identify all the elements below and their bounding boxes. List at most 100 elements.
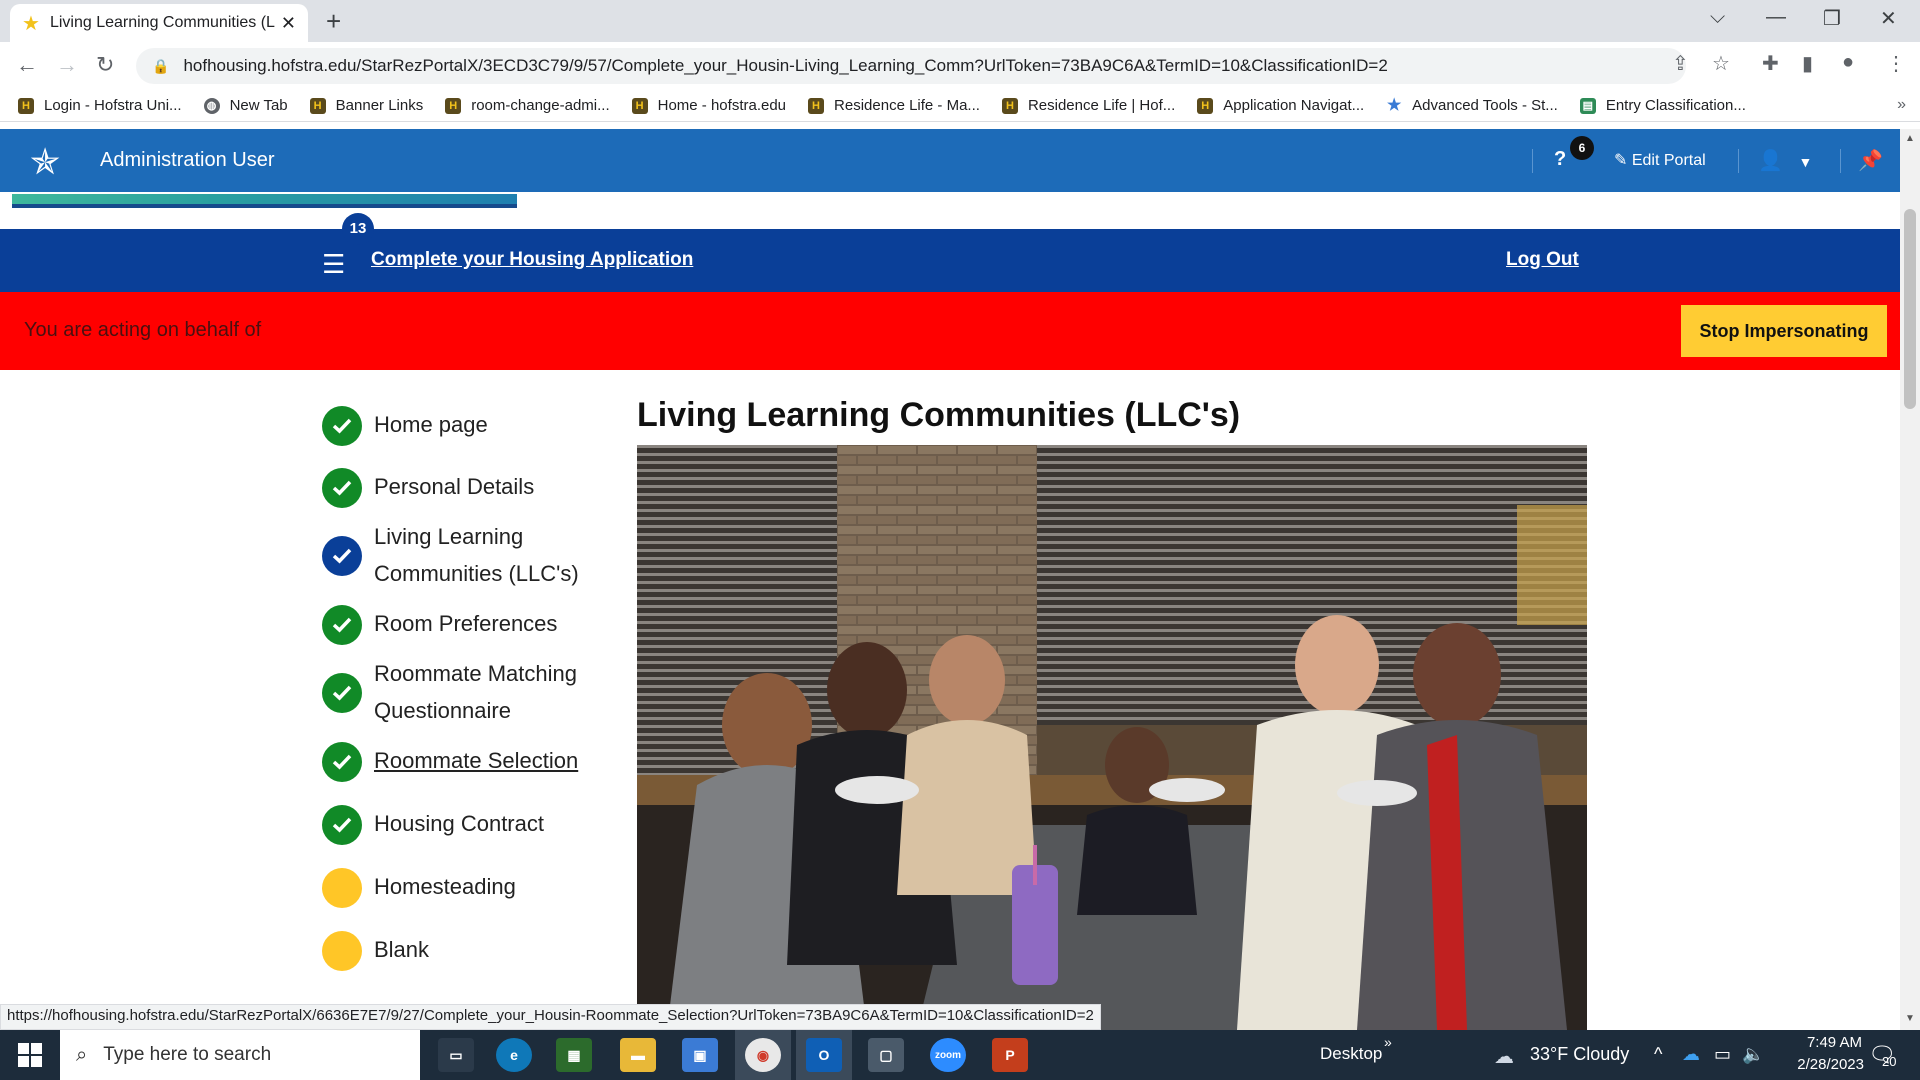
divider <box>1532 149 1533 173</box>
pin-icon[interactable]: 📌 <box>1858 148 1883 173</box>
toolbar-expand-icon[interactable]: » <box>1384 1034 1392 1050</box>
step-room-preferences[interactable]: Room Preferences <box>322 605 610 645</box>
forward-button[interactable]: → <box>56 52 78 78</box>
impersonation-banner: You are acting on behalf of Stop Imperso… <box>0 292 1900 370</box>
url-text: hofhousing.hofstra.edu/StarRezPortalX/3E… <box>183 56 1388 75</box>
pending-dot-icon <box>322 931 362 971</box>
user-menu-button[interactable]: 👤 ▼ <box>1758 148 1812 173</box>
share-icon[interactable]: ⇪ <box>1672 51 1689 76</box>
address-bar[interactable]: 🔒 hofhousing.hofstra.edu/StarRezPortalX/… <box>136 48 1686 84</box>
housing-application-link[interactable]: Complete your Housing Application <box>371 249 693 271</box>
step-living-learning-communities[interactable]: Living Learning Communities (LLC's) <box>322 518 610 592</box>
edit-portal-button[interactable]: ✎ Edit Portal <box>1614 150 1706 170</box>
more-bookmarks-icon[interactable]: » <box>1897 96 1906 114</box>
page-scrollbar[interactable]: ▲ ▼ <box>1900 129 1920 1030</box>
bookmark-item[interactable]: H Application Navigat... <box>1197 97 1364 114</box>
search-icon: ⌕ <box>76 1043 88 1066</box>
step-roommate-selection[interactable]: Roommate Selection <box>322 742 610 782</box>
app-icon[interactable]: ▦ <box>556 1038 592 1072</box>
windows-taskbar: ⌕ Type here to search ▭ e ▦ ▬ ▣ ◉ O ▢ zo… <box>0 1030 1920 1080</box>
bookmark-item[interactable]: H Residence Life | Hof... <box>1001 97 1175 114</box>
outlook-icon[interactable]: O <box>806 1038 842 1072</box>
scroll-down-icon[interactable]: ▼ <box>1905 1013 1915 1024</box>
divider <box>1840 149 1841 173</box>
onedrive-icon[interactable]: ☁ <box>1682 1044 1700 1065</box>
bookmark-item[interactable]: Hroom-change-admi... <box>445 97 610 114</box>
step-blank[interactable]: Blank <box>322 931 610 971</box>
close-tab-icon[interactable]: ✕ <box>281 13 296 34</box>
task-view-icon[interactable]: ▭ <box>438 1038 474 1072</box>
tab-search-chevron-icon[interactable]: ⌵ <box>1710 6 1725 29</box>
scrollbar-thumb[interactable] <box>1904 209 1916 409</box>
hofstra-shield-icon: H <box>808 97 825 114</box>
powerpoint-icon[interactable]: P <box>992 1038 1028 1072</box>
new-tab-button[interactable]: + <box>326 6 341 37</box>
cloud-icon: ☁ <box>1494 1046 1514 1068</box>
chrome-icon[interactable]: ◉ <box>745 1038 781 1072</box>
check-icon <box>322 536 362 576</box>
portal-header: ✯ Administration User ? ✎ Edit Portal 👤 … <box>0 129 1900 192</box>
admin-user-name: Administration User <box>100 149 275 171</box>
step-label: Homesteading <box>374 874 516 899</box>
chevron-up-icon[interactable]: ^ <box>1654 1044 1662 1065</box>
step-label: Housing Contract <box>374 811 544 836</box>
step-label: Blank <box>374 937 430 962</box>
zoom-icon[interactable]: zoom <box>930 1038 966 1072</box>
minimize-button[interactable]: — <box>1766 6 1786 29</box>
logout-link[interactable]: Log Out <box>1506 249 1579 271</box>
lock-icon[interactable]: 🔒 <box>152 58 169 75</box>
step-home-page[interactable]: Home page <box>322 406 610 446</box>
step-label: Room Preferences <box>374 611 558 636</box>
divider <box>1738 149 1739 173</box>
bookmark-item[interactable]: H Login - Hofstra Uni... <box>18 97 182 114</box>
starrez-star-icon: ★ <box>1387 96 1402 114</box>
bookmark-item[interactable]: H Banner Links <box>309 97 423 114</box>
browser-tab[interactable]: ★ Living Learning Communities (LLC ✕ <box>10 4 308 42</box>
clock-time[interactable]: 7:49 AM <box>1782 1034 1862 1051</box>
close-window-button[interactable]: ✕ <box>1880 6 1897 31</box>
bookmark-item[interactable]: H Home - hofstra.edu <box>631 97 786 114</box>
stop-impersonating-button[interactable]: Stop Impersonating <box>1681 305 1887 357</box>
step-roommate-matching-questionnaire[interactable]: Roommate Matching Questionnaire <box>322 655 610 729</box>
tab-title: Living Learning Communities (LLC <box>49 14 275 31</box>
chrome-menu-icon[interactable]: ⋮ <box>1886 51 1906 76</box>
site-nav-bar: ☰ Complete your Housing Application Log … <box>0 229 1900 292</box>
step-count-badge: 13 <box>342 213 374 245</box>
step-personal-details[interactable]: Personal Details <box>322 468 610 508</box>
check-icon <box>322 742 362 782</box>
help-icon[interactable]: ? <box>1554 148 1566 171</box>
hofstra-shield-icon: H <box>309 97 326 114</box>
profile-icon[interactable]: ● <box>1842 51 1854 74</box>
step-homesteading[interactable]: Homesteading <box>322 868 610 908</box>
check-icon <box>322 468 362 508</box>
file-explorer-icon[interactable]: ▬ <box>620 1038 656 1072</box>
remote-desktop-icon[interactable]: ▢ <box>868 1038 904 1072</box>
bookmark-item[interactable]: ★ Advanced Tools - St... <box>1386 97 1558 114</box>
network-icon[interactable]: ▭ <box>1714 1044 1731 1065</box>
edge-icon[interactable]: e <box>496 1038 532 1072</box>
starrez-logo-icon[interactable]: ✯ <box>30 141 60 183</box>
extensions-icon[interactable]: ✚ <box>1762 51 1779 76</box>
bookmark-item[interactable]: H Residence Life - Ma... <box>808 97 980 114</box>
taskbar-search-box[interactable]: ⌕ Type here to search <box>60 1030 420 1080</box>
llc-students-photo <box>637 445 1587 1030</box>
bookmark-item[interactable]: ◍ New Tab <box>203 97 288 114</box>
weather-text[interactable]: 33°F Cloudy <box>1530 1044 1629 1065</box>
step-housing-contract[interactable]: Housing Contract <box>322 805 610 845</box>
check-icon <box>322 605 362 645</box>
bookmark-star-icon[interactable]: ☆ <box>1712 51 1730 76</box>
bookmark-item[interactable]: ▤ Entry Classification... <box>1579 97 1746 114</box>
desktop-toolbar-label[interactable]: Desktop <box>1320 1044 1382 1064</box>
restore-button[interactable]: ❐ <box>1823 6 1841 31</box>
hamburger-menu-icon[interactable]: ☰ <box>322 249 345 280</box>
reload-button[interactable]: ↻ <box>96 52 114 78</box>
store-icon[interactable]: ▣ <box>682 1038 718 1072</box>
step-label: Roommate Matching Questionnaire <box>374 661 577 723</box>
back-button[interactable]: ← <box>16 52 38 78</box>
side-panel-icon[interactable]: ▮ <box>1802 51 1813 76</box>
hofstra-shield-icon: H <box>1001 97 1018 114</box>
volume-icon[interactable]: 🔈 <box>1742 1044 1764 1065</box>
scroll-up-icon[interactable]: ▲ <box>1905 133 1915 144</box>
windows-start-icon[interactable] <box>18 1043 42 1067</box>
clock-date[interactable]: 2/28/2023 <box>1774 1056 1864 1073</box>
